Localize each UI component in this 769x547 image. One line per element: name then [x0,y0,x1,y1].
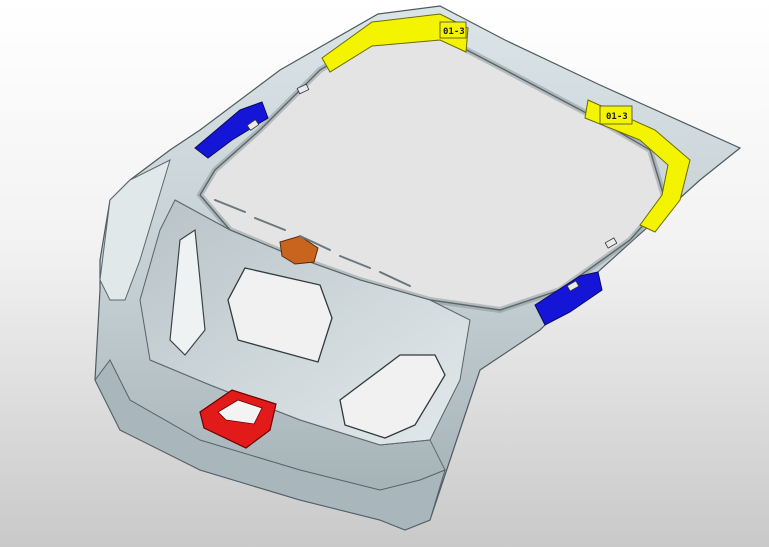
right-seal-tag: 01-3 [606,112,628,122]
upper-seal-tag: 01-3 [443,27,465,37]
tailgate-model[interactable]: 01-3 01-3 [0,0,769,547]
cad-3d-viewport[interactable]: 01-3 01-3 [0,0,769,547]
